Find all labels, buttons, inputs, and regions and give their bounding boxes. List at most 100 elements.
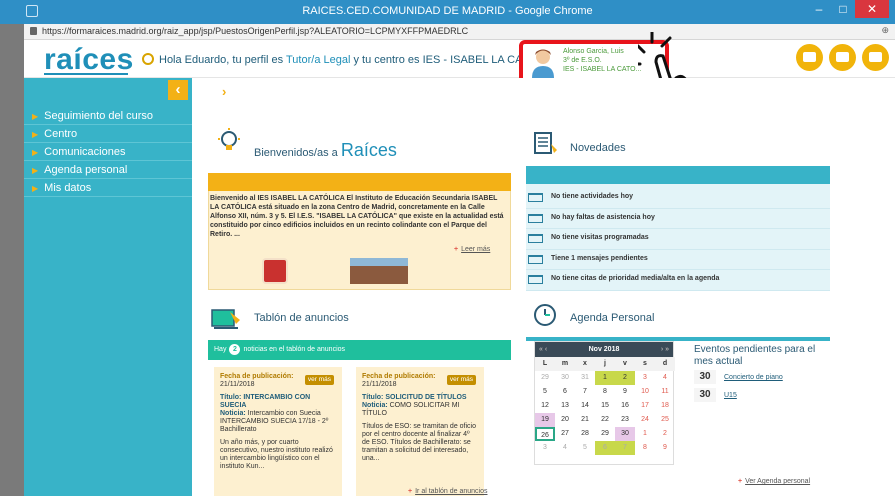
sidebar-item-seguimiento[interactable]: ▶ Seguimiento del curso bbox=[24, 107, 192, 125]
address-bar[interactable]: https://formaraices.madrid.org/raiz_app/… bbox=[24, 24, 895, 40]
calendar-day[interactable]: 8 bbox=[635, 441, 655, 455]
calendar-day[interactable]: 5 bbox=[535, 385, 555, 399]
ver-agenda-link[interactable]: + Ver Agenda personal bbox=[738, 478, 810, 485]
sidebar-item-comunicaciones[interactable]: ▶ Comunicaciones bbox=[24, 143, 192, 161]
calendar-day[interactable]: 29 bbox=[595, 427, 615, 441]
notice-title: Título: SOLICITUD DE TÍTULOS bbox=[362, 394, 467, 401]
notice-body: Títulos de ESO: se tramitan de oficio po… bbox=[362, 423, 476, 462]
calendar-day[interactable]: 7 bbox=[615, 441, 635, 455]
calendar-day[interactable]: 31 bbox=[575, 371, 595, 385]
close-window-button[interactable]: ✕ bbox=[855, 0, 889, 18]
ver-mas-button[interactable]: ver más bbox=[304, 375, 334, 385]
calendar-day[interactable]: 9 bbox=[615, 385, 635, 399]
maximize-button[interactable]: □ bbox=[831, 0, 855, 18]
calendar-day-header: s bbox=[635, 357, 655, 371]
calendar-day[interactable]: 25 bbox=[655, 413, 675, 427]
novedad-label: No hay faltas de asistencia hoy bbox=[551, 213, 655, 221]
header-tools bbox=[796, 44, 889, 71]
calendar-day[interactable]: 16 bbox=[615, 399, 635, 413]
calendar-day[interactable]: 11 bbox=[655, 385, 675, 399]
calendar-month: Nov 2018 bbox=[588, 346, 620, 353]
calendar-day[interactable]: 30 bbox=[615, 427, 635, 441]
calendar-day[interactable]: 3 bbox=[535, 441, 555, 455]
calendar-day[interactable]: 17 bbox=[635, 399, 655, 413]
plus-icon: + bbox=[738, 478, 743, 485]
sidebar-item-agenda[interactable]: ▶ Agenda personal bbox=[24, 161, 192, 179]
sidebar-menu: ▶ Seguimiento del curso ▶ Centro ▶ Comunica… bbox=[24, 107, 192, 197]
calendar-day[interactable]: 7 bbox=[575, 385, 595, 399]
lock-icon bbox=[30, 27, 37, 35]
calendar-day[interactable]: 1 bbox=[635, 427, 655, 441]
ver-mas-button[interactable]: ver más bbox=[446, 375, 476, 385]
student-course: 3º de E.S.O. bbox=[563, 57, 602, 64]
calendar-day[interactable]: 24 bbox=[635, 413, 655, 427]
calendar-day[interactable]: 6 bbox=[595, 441, 615, 455]
calendar-day[interactable]: 15 bbox=[595, 399, 615, 413]
arrow-right-icon: ▶ bbox=[32, 166, 39, 175]
calendar-day[interactable]: 18 bbox=[655, 399, 675, 413]
plus-icon: + bbox=[408, 488, 413, 495]
calendar-day[interactable]: 22 bbox=[595, 413, 615, 427]
novedad-item[interactable]: Tiene 1 mensajes pendientes bbox=[526, 250, 830, 270]
calendar-day[interactable]: 13 bbox=[555, 399, 575, 413]
tablon-bar-prefix: Hay bbox=[214, 346, 227, 353]
calendar-day[interactable]: 30 bbox=[555, 371, 575, 385]
calendar-day[interactable]: 9 bbox=[655, 441, 675, 455]
calendar-day[interactable]: 21 bbox=[575, 413, 595, 427]
zoom-icon[interactable]: ⊕ bbox=[881, 25, 889, 36]
event-day: 30 bbox=[694, 388, 716, 402]
calendar-day[interactable]: 29 bbox=[535, 371, 555, 385]
calendar-day[interactable]: 1 bbox=[595, 371, 615, 385]
calendar-day[interactable]: 3 bbox=[635, 371, 655, 385]
calendar-day[interactable]: 6 bbox=[555, 385, 575, 399]
notice-card: Fecha de publicación: 21/11/2018 ver más… bbox=[356, 367, 484, 496]
novedad-label: No tiene citas de prioridad media/alta e… bbox=[551, 275, 720, 282]
sidebar-item-centro[interactable]: ▶ Centro bbox=[24, 125, 192, 143]
event-day: 30 bbox=[694, 370, 716, 384]
calendar-day[interactable]: 27 bbox=[555, 427, 575, 441]
calendar-day[interactable]: 4 bbox=[555, 441, 575, 455]
url-text[interactable]: https://formaraices.madrid.org/raiz_app/… bbox=[42, 26, 468, 36]
profile-link[interactable]: Tutor/a Legal bbox=[286, 54, 350, 66]
event-label: Concierto de piano bbox=[724, 374, 783, 381]
school-crest-image bbox=[262, 258, 288, 284]
calendar-next-button[interactable]: › » bbox=[661, 342, 669, 357]
calendar-day[interactable]: 28 bbox=[575, 427, 595, 441]
calendar-prev-button[interactable]: « ‹ bbox=[539, 342, 547, 357]
calendar-day[interactable]: 4 bbox=[655, 371, 675, 385]
welcome-title-brand: Raíces bbox=[340, 140, 397, 160]
event-row[interactable]: 30 U15 bbox=[694, 388, 737, 402]
calendar-day[interactable]: 2 bbox=[615, 371, 635, 385]
collapse-sidebar-button[interactable]: ‹ bbox=[168, 80, 188, 100]
calendar-day[interactable]: 8 bbox=[595, 385, 615, 399]
breadcrumb-arrow-icon[interactable]: › bbox=[222, 84, 226, 99]
novedad-item[interactable]: No tiene citas de prioridad media/alta e… bbox=[526, 270, 830, 291]
leer-mas-link[interactable]: + Leer más bbox=[454, 246, 490, 253]
novedad-item[interactable]: No tiene visitas programadas bbox=[526, 229, 830, 250]
raices-logo[interactable]: raíces bbox=[44, 43, 134, 77]
event-row[interactable]: 30 Concierto de piano bbox=[694, 370, 783, 384]
mail-icon[interactable] bbox=[796, 44, 823, 71]
novedad-item[interactable]: No hay faltas de asistencia hoy bbox=[526, 209, 830, 229]
ir-tablon-link[interactable]: + Ir al tablón de anuncios bbox=[408, 488, 487, 495]
arrow-right-icon: ▶ bbox=[32, 112, 39, 121]
calendar-day[interactable]: 14 bbox=[575, 399, 595, 413]
calendar-day[interactable]: 23 bbox=[615, 413, 635, 427]
welcome-text: Bienvenido al IES ISABEL LA CATÓLICA El … bbox=[210, 195, 504, 238]
greeting: Hola Eduardo, tu perfil es Tutor/a Legal… bbox=[142, 53, 577, 66]
leer-mas-label: Leer más bbox=[461, 246, 491, 253]
documents-icon[interactable] bbox=[829, 44, 856, 71]
calendar-day[interactable]: 2 bbox=[655, 427, 675, 441]
calendar-day[interactable]: 10 bbox=[635, 385, 655, 399]
novedades-title: Novedades bbox=[570, 142, 626, 154]
novedad-item[interactable]: No tiene actividades hoy bbox=[526, 188, 830, 209]
calendar-day[interactable]: 19 bbox=[535, 413, 555, 427]
event-label: U15 bbox=[724, 392, 737, 399]
calendar-day[interactable]: 26 bbox=[535, 427, 555, 441]
minimize-button[interactable]: – bbox=[807, 0, 831, 18]
calendar-day[interactable]: 20 bbox=[555, 413, 575, 427]
calendar-day[interactable]: 12 bbox=[535, 399, 555, 413]
sidebar-item-mis-datos[interactable]: ▶ Mis datos bbox=[24, 179, 192, 197]
calendar-day[interactable]: 5 bbox=[575, 441, 595, 455]
settings-icon[interactable] bbox=[862, 44, 889, 71]
